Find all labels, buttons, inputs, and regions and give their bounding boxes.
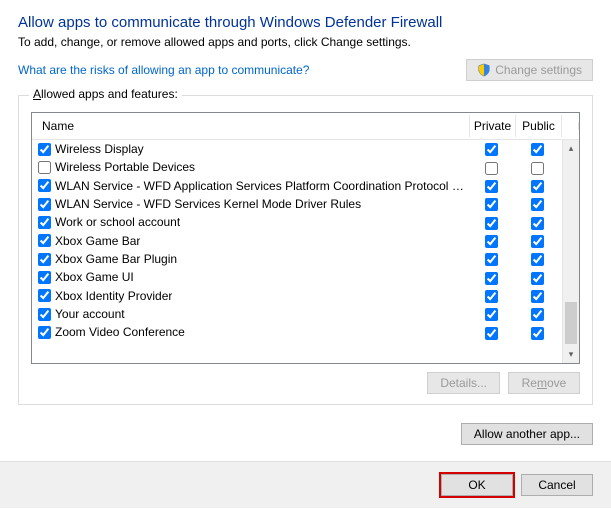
table-row[interactable]: Zoom Video Conference bbox=[32, 323, 562, 341]
table-row[interactable]: Xbox Game UI bbox=[32, 268, 562, 286]
row-name-label: Work or school account bbox=[55, 215, 180, 229]
row-enabled-checkbox[interactable] bbox=[38, 143, 51, 156]
remove-button[interactable]: Remove bbox=[508, 372, 580, 394]
row-private-checkbox[interactable] bbox=[485, 272, 498, 285]
row-public-checkbox[interactable] bbox=[531, 327, 544, 340]
row-private-checkbox[interactable] bbox=[485, 327, 498, 340]
row-private-checkbox[interactable] bbox=[485, 198, 498, 211]
row-enabled-checkbox[interactable] bbox=[38, 198, 51, 211]
row-private-checkbox[interactable] bbox=[485, 162, 498, 175]
row-public-checkbox[interactable] bbox=[531, 180, 544, 193]
row-enabled-checkbox[interactable] bbox=[38, 271, 51, 284]
row-enabled-checkbox[interactable] bbox=[38, 289, 51, 302]
page-subtitle: To add, change, or remove allowed apps a… bbox=[18, 35, 593, 49]
scrollbar[interactable]: ▴ ▾ bbox=[562, 140, 579, 363]
footer: OK Cancel bbox=[0, 461, 611, 508]
row-private-checkbox[interactable] bbox=[485, 290, 498, 303]
table-row[interactable]: Xbox Identity Provider bbox=[32, 287, 562, 305]
row-name-label: Xbox Identity Provider bbox=[55, 289, 172, 303]
row-enabled-checkbox[interactable] bbox=[38, 216, 51, 229]
row-name-label: Xbox Game Bar bbox=[55, 234, 140, 248]
row-public-checkbox[interactable] bbox=[531, 217, 544, 230]
table-row[interactable]: Work or school account bbox=[32, 213, 562, 231]
header-private[interactable]: Private bbox=[470, 115, 516, 137]
table-row[interactable]: Xbox Game Bar Plugin bbox=[32, 250, 562, 268]
row-name-label: Xbox Game Bar Plugin bbox=[55, 252, 177, 266]
row-private-checkbox[interactable] bbox=[485, 217, 498, 230]
row-enabled-checkbox[interactable] bbox=[38, 326, 51, 339]
list-header: Name Private Public bbox=[32, 113, 579, 140]
table-row[interactable]: Wireless Portable Devices bbox=[32, 158, 562, 176]
row-enabled-checkbox[interactable] bbox=[38, 179, 51, 192]
row-enabled-checkbox[interactable] bbox=[38, 253, 51, 266]
table-row[interactable]: Your account bbox=[32, 305, 562, 323]
row-public-checkbox[interactable] bbox=[531, 308, 544, 321]
page-title: Allow apps to communicate through Window… bbox=[18, 14, 593, 31]
row-private-checkbox[interactable] bbox=[485, 180, 498, 193]
change-settings-button[interactable]: Change settings bbox=[466, 59, 593, 81]
row-name-label: Zoom Video Conference bbox=[55, 325, 185, 339]
row-public-checkbox[interactable] bbox=[531, 198, 544, 211]
row-name-label: Xbox Game UI bbox=[55, 270, 134, 284]
row-public-checkbox[interactable] bbox=[531, 235, 544, 248]
row-public-checkbox[interactable] bbox=[531, 143, 544, 156]
row-enabled-checkbox[interactable] bbox=[38, 308, 51, 321]
allowed-apps-group: Allowed apps and features: Name Private … bbox=[18, 95, 593, 405]
row-public-checkbox[interactable] bbox=[531, 272, 544, 285]
row-private-checkbox[interactable] bbox=[485, 235, 498, 248]
row-enabled-checkbox[interactable] bbox=[38, 234, 51, 247]
change-settings-label: Change settings bbox=[495, 63, 582, 77]
row-public-checkbox[interactable] bbox=[531, 162, 544, 175]
cancel-button[interactable]: Cancel bbox=[521, 474, 593, 496]
table-row[interactable]: Xbox Game Bar bbox=[32, 232, 562, 250]
row-private-checkbox[interactable] bbox=[485, 308, 498, 321]
row-public-checkbox[interactable] bbox=[531, 290, 544, 303]
row-name-label: WLAN Service - WFD Application Services … bbox=[55, 179, 464, 193]
table-row[interactable]: WLAN Service - WFD Services Kernel Mode … bbox=[32, 195, 562, 213]
allow-another-app-button[interactable]: Allow another app... bbox=[461, 423, 593, 445]
row-private-checkbox[interactable] bbox=[485, 143, 498, 156]
scroll-up-icon[interactable]: ▴ bbox=[563, 140, 579, 157]
row-enabled-checkbox[interactable] bbox=[38, 161, 51, 174]
row-name-label: Wireless Portable Devices bbox=[55, 160, 195, 174]
header-name[interactable]: Name bbox=[38, 115, 470, 137]
row-name-label: Wireless Display bbox=[55, 142, 144, 156]
scroll-down-icon[interactable]: ▾ bbox=[563, 346, 579, 363]
table-row[interactable]: Wireless Display bbox=[32, 140, 562, 158]
apps-list: Name Private Public Wireless Display Wire… bbox=[31, 112, 580, 364]
row-public-checkbox[interactable] bbox=[531, 253, 544, 266]
row-private-checkbox[interactable] bbox=[485, 253, 498, 266]
header-public[interactable]: Public bbox=[516, 115, 562, 137]
table-row[interactable]: WLAN Service - WFD Application Services … bbox=[32, 177, 562, 195]
row-name-label: WLAN Service - WFD Services Kernel Mode … bbox=[55, 197, 361, 211]
scroll-thumb[interactable] bbox=[565, 302, 577, 344]
group-label: Allowed apps and features: bbox=[29, 87, 182, 101]
ok-button[interactable]: OK bbox=[441, 474, 513, 496]
row-name-label: Your account bbox=[55, 307, 125, 321]
shield-icon bbox=[477, 63, 491, 77]
risks-link[interactable]: What are the risks of allowing an app to… bbox=[18, 63, 309, 77]
details-button[interactable]: Details... bbox=[427, 372, 500, 394]
